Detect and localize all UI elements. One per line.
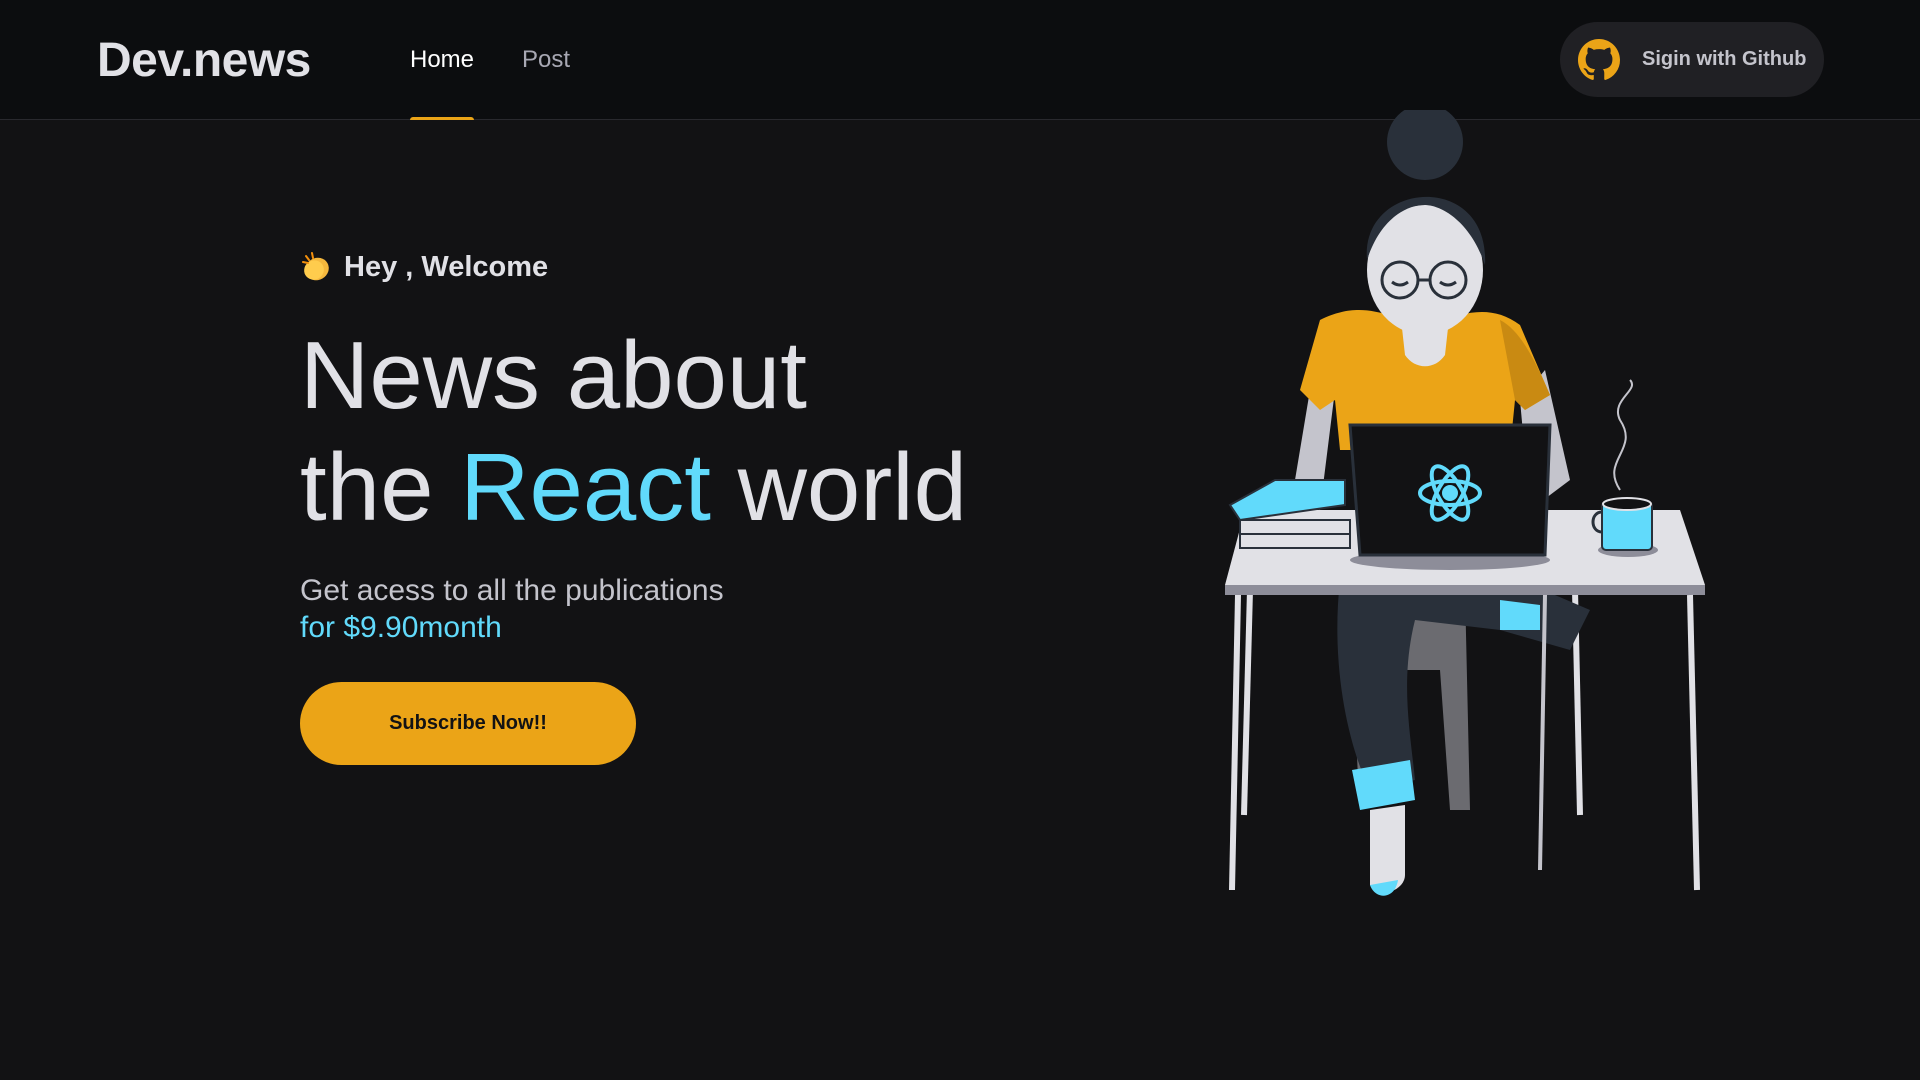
top-header: Dev.news Home Post Sigin with Github (0, 0, 1920, 120)
github-icon (1578, 38, 1620, 80)
signin-github-button[interactable]: Sigin with Github (1560, 22, 1824, 97)
nav-home-link[interactable]: Home (410, 0, 475, 120)
headline-react: React (460, 434, 711, 541)
main-nav: Home Post (410, 0, 618, 120)
subscribe-button[interactable]: Subscribe Now!! (300, 682, 636, 765)
subtitle-line1: Get acess to all the publications (300, 574, 724, 607)
laptop (1348, 423, 1552, 570)
welcome-line: Hey , Welcome (300, 250, 1060, 284)
hero-subtitle: Get acess to all the publications for $9… (300, 572, 1060, 646)
nav-post-link[interactable]: Post (522, 0, 570, 120)
signin-github-label: Sigin with Github (1642, 48, 1807, 70)
woman-at-laptop-illustration (1225, 110, 1705, 896)
subtitle-price: for $9.90month (300, 611, 502, 644)
coffee-mug (1591, 379, 1658, 557)
headline-world: world (737, 434, 967, 541)
hero-headline: News about the React world (300, 320, 1060, 544)
headline-line1: News about (300, 322, 807, 429)
headline-the: the (300, 434, 434, 541)
clapping-hands-icon (302, 252, 329, 281)
site-logo[interactable]: Dev.news (97, 33, 311, 88)
hero-section: Hey , Welcome News about the React world… (300, 250, 1060, 765)
welcome-text: Hey , Welcome (344, 250, 549, 283)
